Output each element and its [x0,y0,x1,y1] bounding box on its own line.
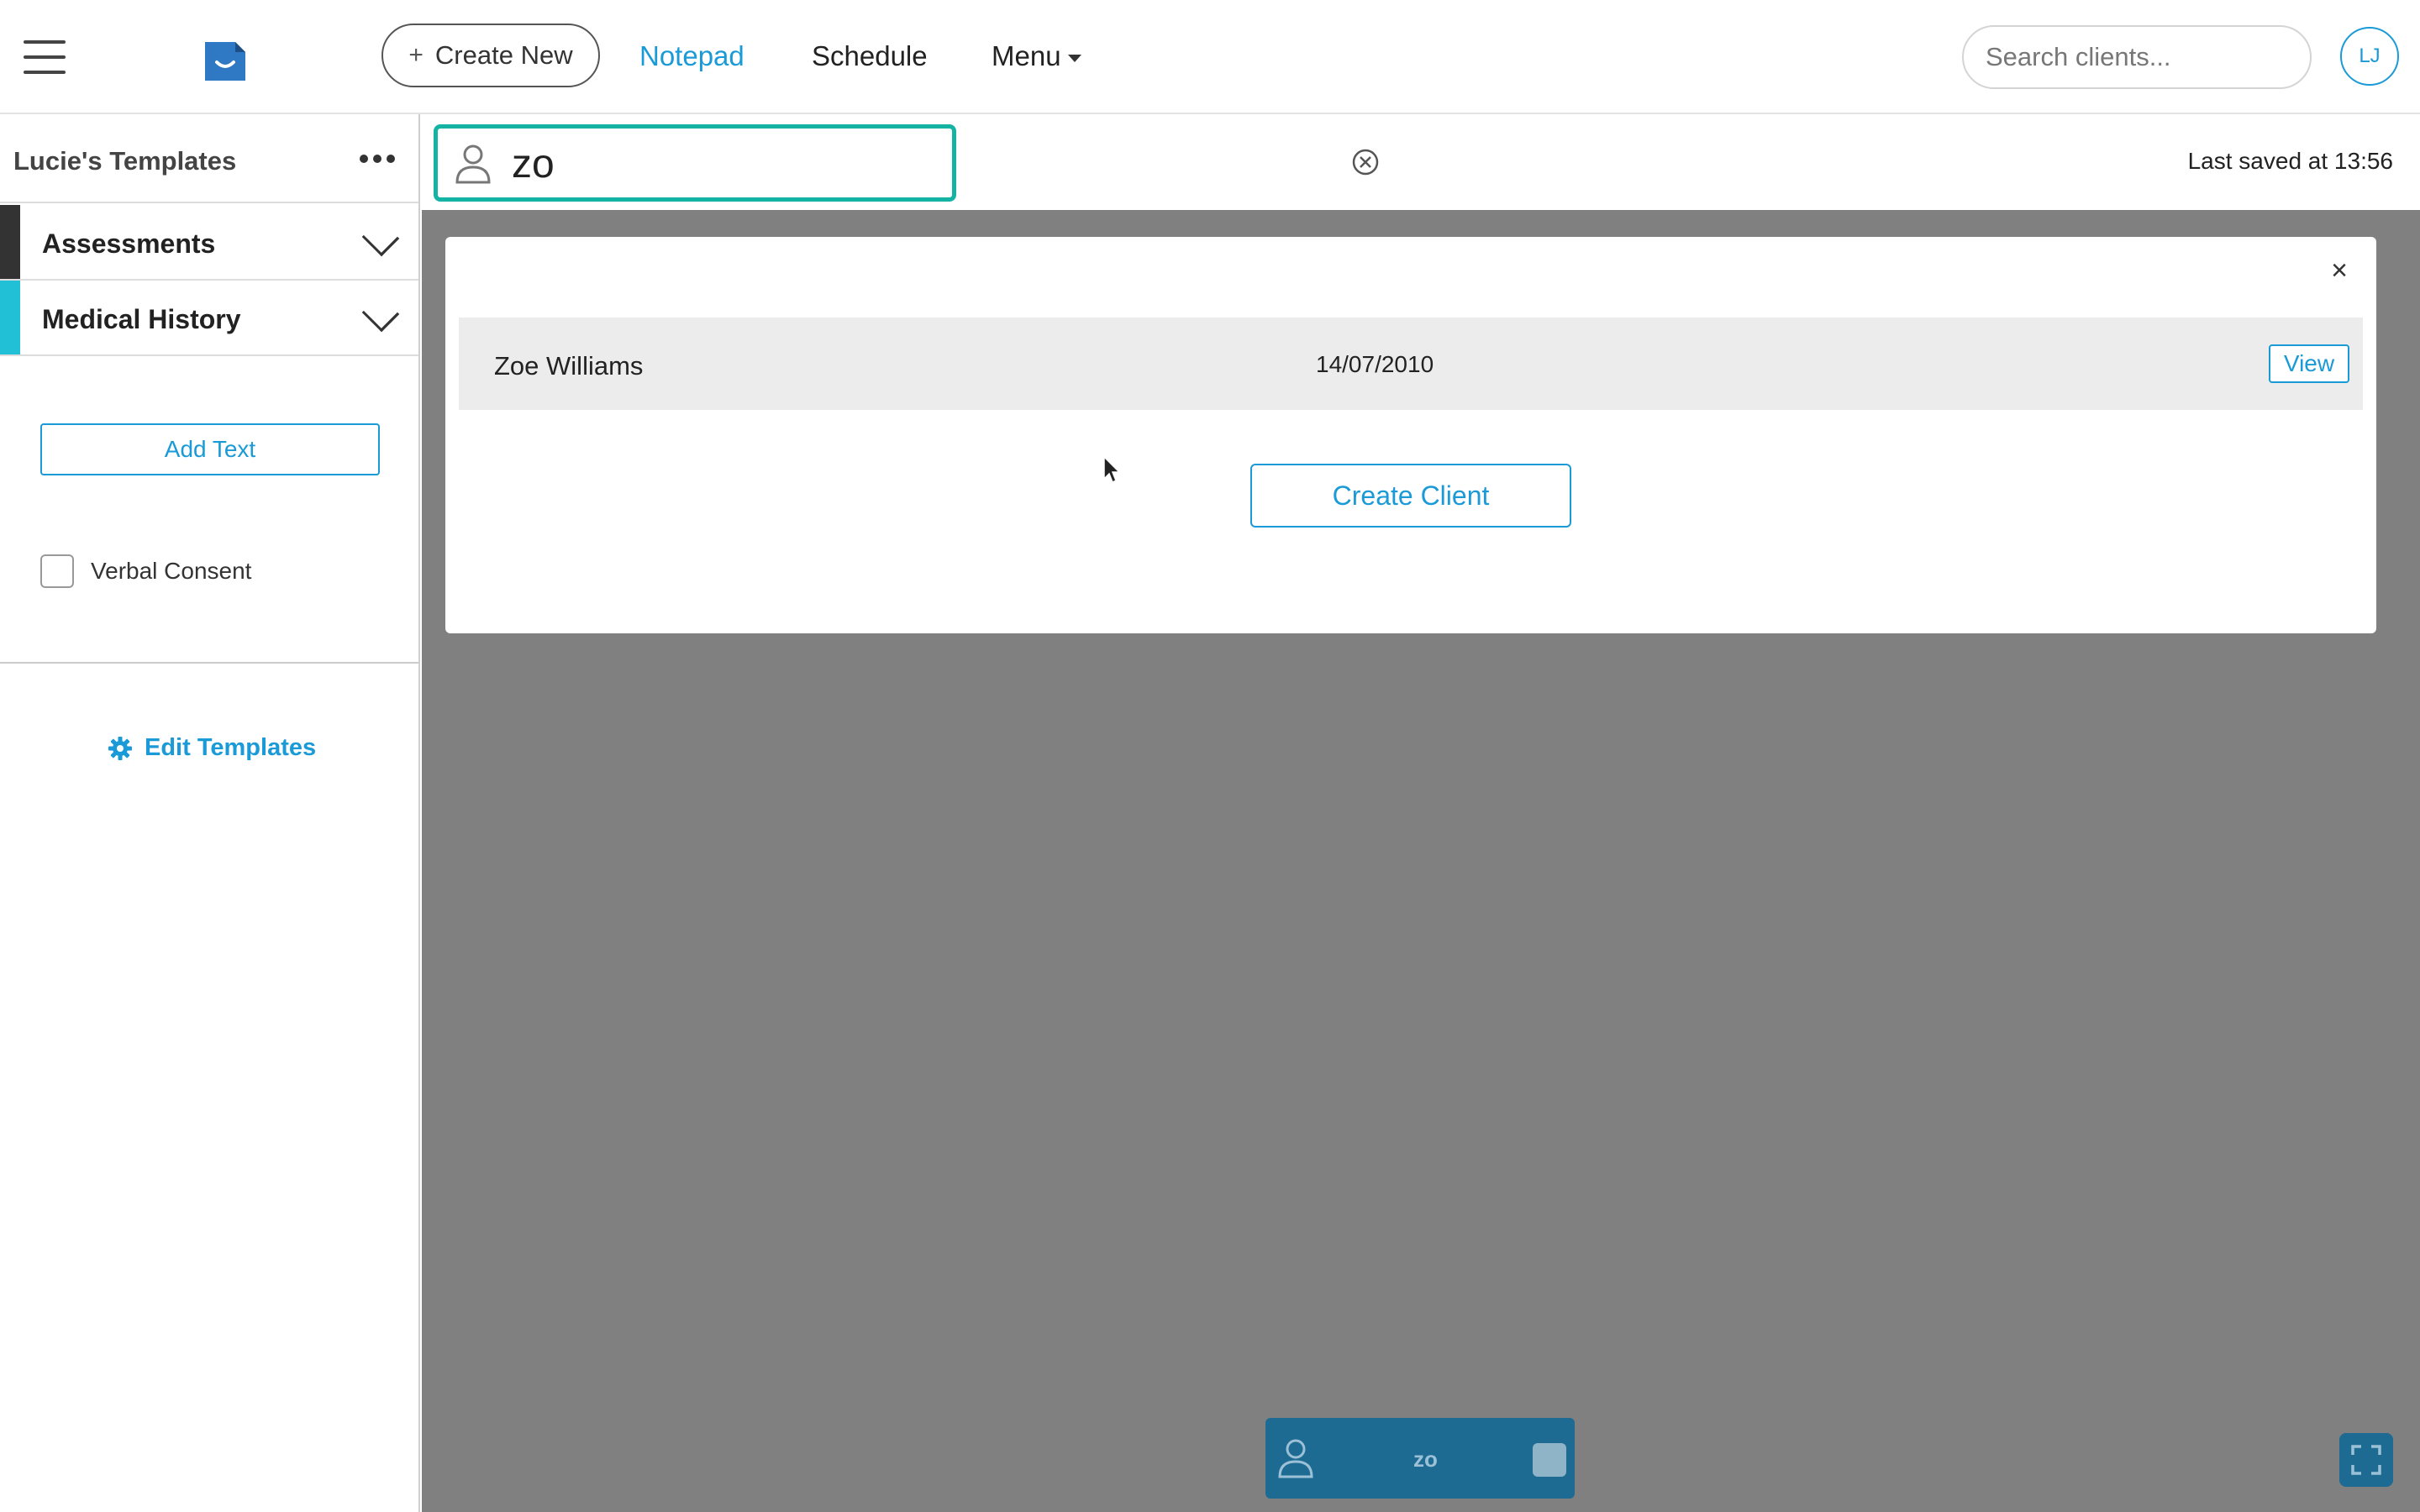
more-options-icon[interactable] [360,155,397,165]
sidebar-title: Lucie's Templates [13,146,237,176]
client-session-bar[interactable]: zo [1265,1418,1575,1499]
sidebar-header: Lucie's Templates [0,114,418,203]
client-bar: Last saved at 13:56 [422,114,2420,210]
gear-icon [108,736,132,760]
person-icon [455,144,491,184]
last-saved-status: Last saved at 13:56 [2187,148,2393,174]
nav-link-schedule[interactable]: Schedule [812,40,928,72]
chevron-down-icon [361,294,400,333]
person-icon [1278,1439,1313,1478]
checkbox-box[interactable] [40,554,74,588]
category-color-bar [0,205,20,279]
verbal-consent-label: Verbal Consent [91,558,252,584]
search-clients-input[interactable] [1962,25,2312,89]
nav-menu-dropdown[interactable]: Menu [992,40,1081,72]
client-search-field[interactable] [434,124,956,202]
user-avatar[interactable]: LJ [2340,27,2399,86]
expand-icon[interactable] [2339,1433,2393,1487]
category-label: Assessments [42,228,216,259]
edit-templates-label: Edit Templates [145,734,317,761]
clear-circle-icon[interactable] [1351,148,1380,176]
client-search-input[interactable] [512,137,932,191]
client-dob: 14/07/2010 [1316,351,1434,377]
edit-templates-link[interactable]: Edit Templates [108,734,316,762]
create-new-button[interactable]: + Create New [381,24,600,87]
templates-sidebar: Lucie's Templates Assessments Medical Hi… [0,114,420,1512]
client-name: Zoe Williams [494,351,644,381]
main-notepad-area: Last saved at 13:56 × Zoe Williams 14/07… [422,114,2420,1512]
create-client-button[interactable]: Create Client [1250,464,1571,528]
hamburger-menu-icon[interactable] [24,40,66,74]
category-assessments[interactable]: Assessments [0,205,418,281]
mouse-cursor-icon [1103,455,1121,484]
category-color-bar [0,281,20,354]
chevron-down-icon [361,218,400,257]
plus-icon: + [408,41,424,69]
category-label: Medical History [42,304,241,334]
caret-down-icon [1067,54,1081,62]
close-icon[interactable]: × [2324,255,2354,286]
stop-square-icon[interactable] [1533,1443,1566,1477]
client-search-results-modal: × Zoe Williams 14/07/2010 View Create Cl… [445,237,2376,633]
add-text-button[interactable]: Add Text [40,423,380,475]
client-result-row[interactable]: Zoe Williams 14/07/2010 View [459,318,2363,410]
nav-menu-label: Menu [992,40,1061,71]
sidebar-divider [0,662,418,664]
app-logo-icon[interactable] [205,39,247,81]
view-client-button[interactable]: View [2269,344,2349,383]
create-new-label: Create New [434,40,573,70]
nav-link-notepad[interactable]: Notepad [639,40,744,72]
session-client-text: zo [1413,1446,1438,1472]
top-navigation-bar: + Create New Notepad Schedule Menu LJ [0,0,2420,114]
category-medical-history[interactable]: Medical History [0,281,418,356]
verbal-consent-checkbox[interactable]: Verbal Consent [40,554,251,588]
